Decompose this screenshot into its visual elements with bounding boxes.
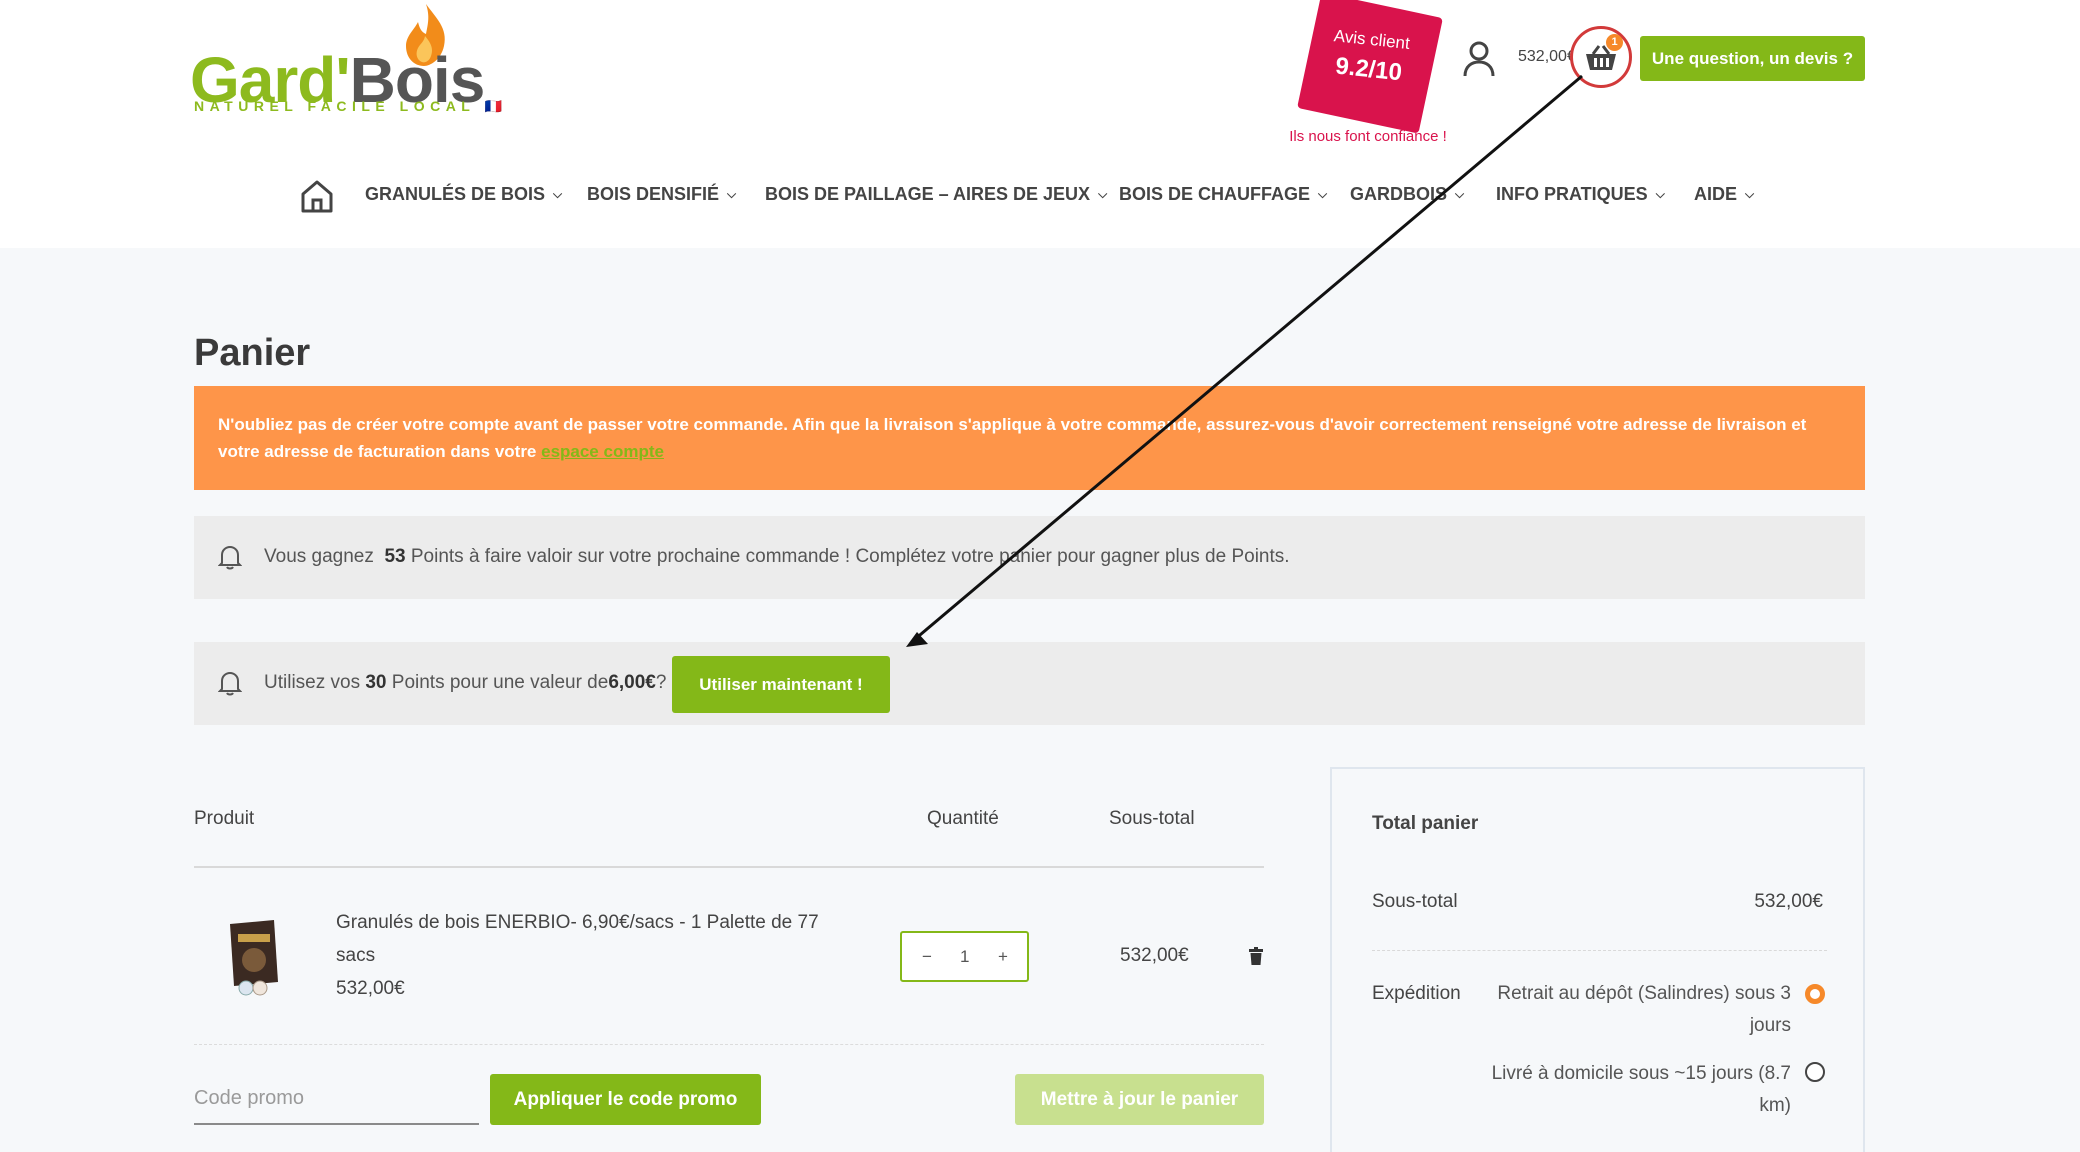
column-header-quantity: Quantité (927, 808, 999, 829)
trash-icon[interactable] (1249, 947, 1263, 965)
home-icon[interactable] (300, 178, 334, 214)
site-header: Gard'Bois NATUREL FACILE LOCAL 🇫🇷 Avis c… (0, 0, 2080, 248)
points-use-text: Utilisez vos 30 Points pour une valeur d… (264, 672, 667, 693)
cart-count-badge: 1 (1606, 34, 1623, 51)
account-space-link[interactable]: espace compte (541, 442, 664, 461)
cart-totals-title: Total panier (1372, 813, 1479, 834)
shipping-label: Expédition (1372, 983, 1461, 1004)
chevron-down-icon: ⌵ (1455, 187, 1465, 201)
logo-tagline: NATUREL FACILE LOCAL 🇫🇷 (194, 98, 502, 114)
points-use-box: Utilisez vos 30 Points pour une valeur d… (194, 642, 1865, 725)
cart-totals-panel: Total panier Sous-total 532,00€ Expéditi… (1330, 767, 1865, 1152)
chevron-down-icon: ⌵ (1745, 187, 1755, 201)
points-earn-text: Vous gagnez 53 Points à faire valoir sur… (264, 546, 1290, 567)
row-divider (194, 1044, 1264, 1045)
bell-icon (218, 545, 242, 570)
row-subtotal: 532,00€ (1120, 945, 1189, 966)
quantity-stepper: − 1 + (900, 931, 1029, 982)
qty-value-input[interactable]: 1 (960, 947, 969, 967)
question-devis-button[interactable]: Une question, un devis ? (1640, 36, 1865, 81)
update-cart-button[interactable]: Mettre à jour le panier (1015, 1074, 1264, 1125)
promo-code-input[interactable] (194, 1074, 479, 1125)
totals-divider (1372, 950, 1827, 951)
table-header-divider (194, 866, 1264, 868)
totals-subtotal-label: Sous-total (1372, 891, 1458, 912)
account-notice-banner: N'oubliez pas de créer votre compte avan… (194, 386, 1865, 490)
nav-item-bois-densifie[interactable]: BOIS DENSIFIÉ ⌵ (587, 184, 736, 205)
column-header-subtotal: Sous-total (1109, 808, 1195, 829)
nav-item-gardbois[interactable]: GARDBOIS ⌵ (1350, 184, 1464, 205)
chevron-down-icon: ⌵ (1098, 187, 1108, 201)
nav-item-bois-chauffage[interactable]: BOIS DE CHAUFFAGE ⌵ (1119, 184, 1327, 205)
user-icon[interactable] (1462, 40, 1496, 78)
page-title: Panier (194, 332, 311, 374)
main-nav: GRANULÉS DE BOIS ⌵ BOIS DENSIFIÉ ⌵ BOIS DE… (0, 178, 2080, 218)
chevron-down-icon: ⌵ (727, 187, 737, 201)
use-points-button[interactable]: Utiliser maintenant ! (672, 656, 890, 713)
shipping-option-delivery-label[interactable]: Livré à domicile sous ~15 jours (8.7 km) (1491, 1058, 1791, 1122)
product-unit-price: 532,00€ (336, 978, 405, 999)
review-trust-line: Ils nous font confiance ! (1289, 128, 1447, 145)
header-cart-total[interactable]: 532,00€ (1518, 48, 1576, 66)
shipping-option-pickup-radio[interactable] (1805, 984, 1825, 1004)
nav-item-bois-paillage[interactable]: BOIS DE PAILLAGE – AIRES DE JEUX ⌵ (765, 184, 1107, 205)
totals-subtotal-value: 532,00€ (1754, 891, 1823, 912)
bell-icon (218, 671, 242, 696)
qty-decrease-button[interactable]: − (922, 947, 932, 967)
chevron-down-icon: ⌵ (1318, 187, 1328, 201)
chevron-down-icon: ⌵ (1655, 187, 1665, 201)
column-header-product: Produit (194, 808, 255, 829)
nav-item-aide[interactable]: AIDE ⌵ (1694, 184, 1754, 205)
qty-increase-button[interactable]: + (998, 947, 1008, 967)
apply-promo-button[interactable]: Appliquer le code promo (490, 1074, 761, 1125)
shipping-option-pickup-label[interactable]: Retrait au dépôt (Salindres) sous 3 jour… (1491, 978, 1791, 1042)
shipping-option-delivery-radio[interactable] (1805, 1062, 1825, 1082)
product-thumbnail[interactable] (224, 918, 286, 996)
notice-text: N'oubliez pas de créer votre compte avan… (218, 415, 1807, 461)
gardbois-logo[interactable]: Gard'Bois NATUREL FACILE LOCAL 🇫🇷 (190, 0, 502, 120)
chevron-down-icon: ⌵ (553, 187, 563, 201)
nav-item-granules[interactable]: GRANULÉS DE BOIS ⌵ (365, 184, 562, 205)
nav-item-info-pratiques[interactable]: INFO PRATIQUES ⌵ (1496, 184, 1665, 205)
product-name-link[interactable]: Granulés de bois ENERBIO- 6,90€/sacs - 1… (336, 906, 836, 972)
points-earn-box: Vous gagnez 53 Points à faire valoir sur… (194, 516, 1865, 599)
